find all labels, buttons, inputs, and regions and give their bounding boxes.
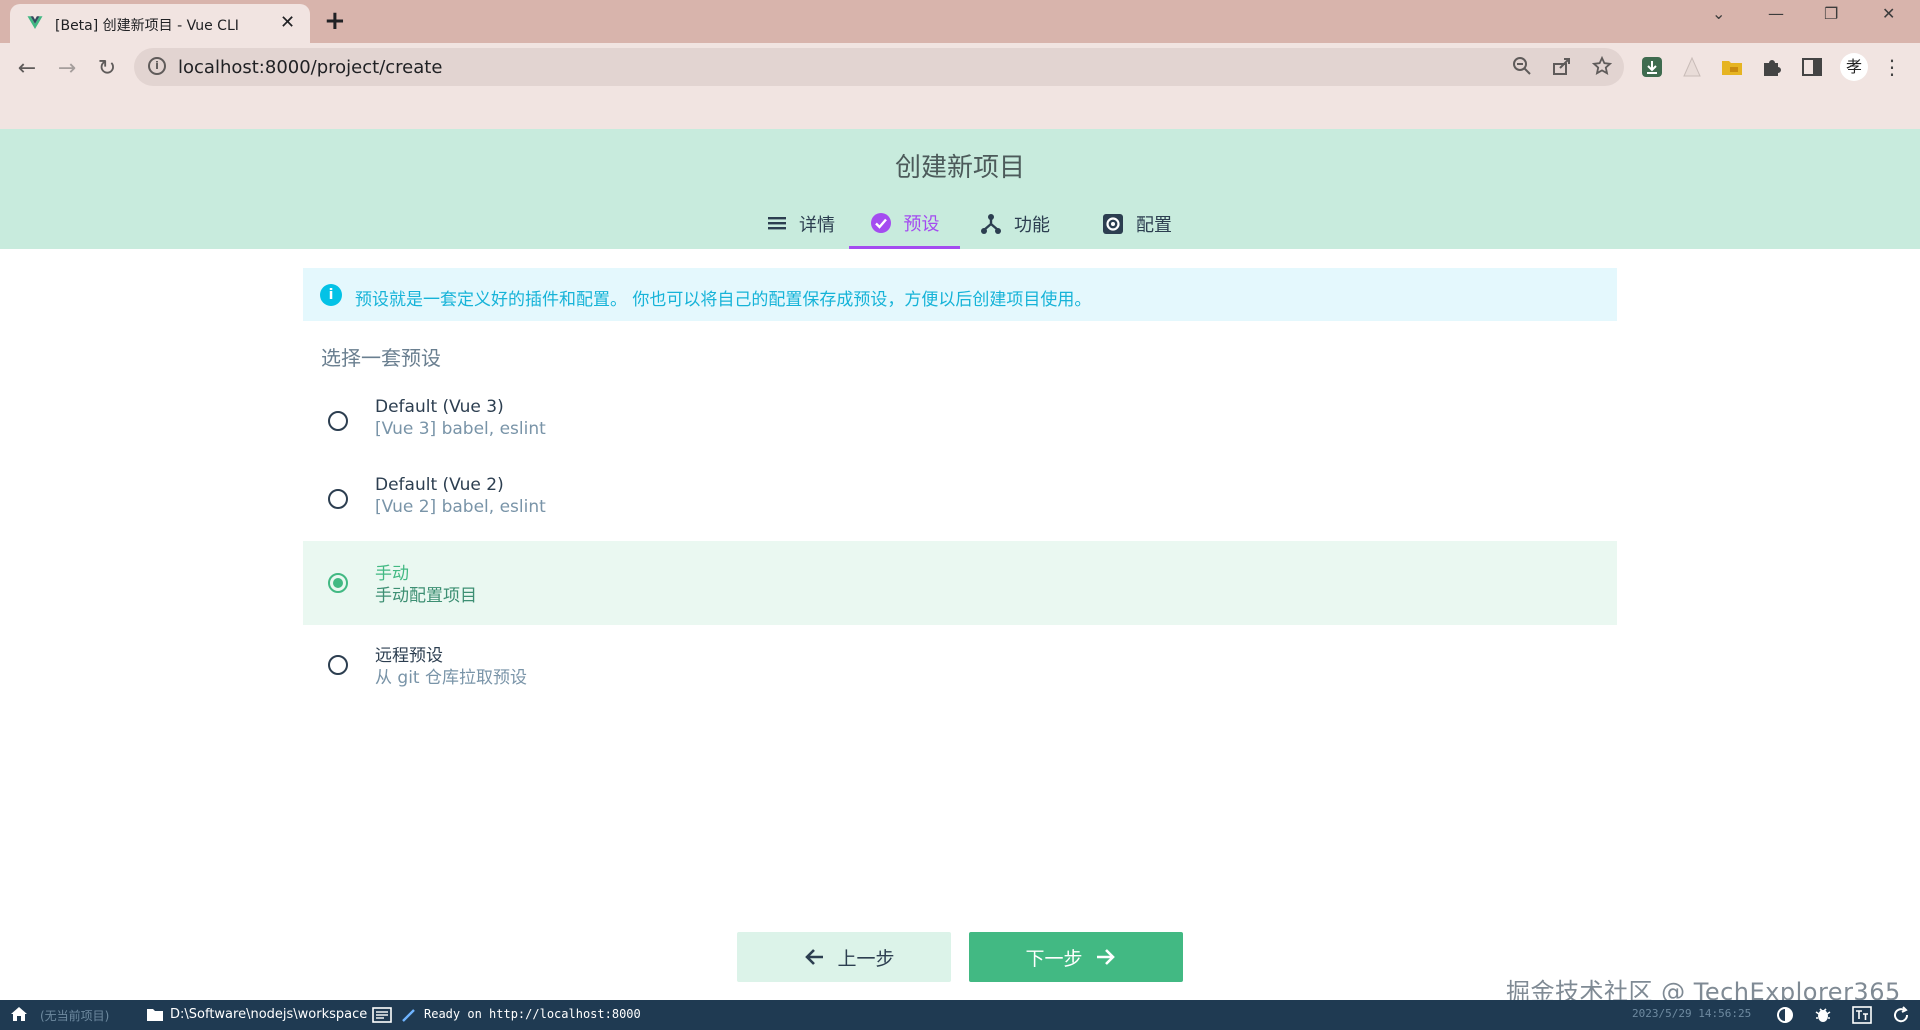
address-bar[interactable]: i localhost:8000/project/create — [134, 48, 1624, 86]
info-banner: i 预设就是一套定义好的插件和配置。 你也可以将自己的配置保存成预设，方便以后创… — [303, 268, 1617, 321]
tab-config-label: 配置 — [1136, 215, 1172, 236]
check-circle-icon — [870, 212, 891, 233]
tab-presets-label: 预设 — [903, 213, 940, 235]
next-step-label: 下一步 — [1025, 947, 1083, 970]
translate-icon[interactable] — [1852, 1006, 1872, 1024]
preset-option-manual[interactable]: 手动 手动配置项目 — [303, 541, 1617, 625]
vue-logo-icon — [27, 16, 43, 29]
radio-button[interactable] — [328, 655, 348, 675]
preset-description: [Vue 2] babel, eslint — [375, 497, 546, 517]
browser-toolbar: ← → ↻ i localhost:8000/project/create 孝 … — [0, 43, 1920, 129]
status-bar: (无当前项目) D:\Software\nodejs\workspace Rea… — [0, 1000, 1920, 1030]
bookmark-star-icon[interactable] — [1592, 56, 1612, 76]
list-icon — [768, 217, 786, 230]
workspace-path[interactable]: D:\Software\nodejs\workspace — [170, 1007, 367, 1022]
console-icon[interactable] — [372, 1007, 392, 1023]
reload-button[interactable]: ↻ — [90, 51, 124, 85]
download-extension-icon[interactable] — [1640, 55, 1664, 79]
preset-option-vue3[interactable]: Default (Vue 3) [Vue 3] babel, eslint — [303, 379, 1617, 463]
arrow-left-icon — [805, 949, 824, 965]
close-window-button[interactable]: ✕ — [1882, 4, 1895, 23]
next-step-button[interactable]: 下一步 — [969, 932, 1183, 982]
tab-presets[interactable]: 预设 — [849, 199, 960, 249]
preset-name: Default (Vue 2) — [375, 475, 504, 495]
minimize-button[interactable]: — — [1768, 4, 1784, 23]
preset-section-label: 选择一套预设 — [321, 346, 441, 370]
log-message: Ready on http://localhost:8000 — [424, 1007, 641, 1021]
side-panel-icon[interactable] — [1800, 55, 1824, 79]
share-icon[interactable] — [1552, 56, 1572, 76]
fork-icon — [981, 214, 1001, 234]
extensions-puzzle-icon[interactable] — [1760, 55, 1784, 79]
info-icon: i — [320, 284, 342, 306]
dark-mode-icon[interactable] — [1776, 1006, 1794, 1024]
settings-icon — [1103, 214, 1123, 234]
browser-menu-icon[interactable]: ⋮ — [1880, 55, 1904, 79]
tab-title: [Beta] 创建新项目 - Vue CLI — [55, 18, 239, 34]
preset-description: [Vue 3] babel, eslint — [375, 419, 546, 439]
tab-search-icon[interactable]: ⌄ — [1712, 4, 1725, 23]
arrow-right-icon — [1096, 949, 1115, 965]
preset-option-remote[interactable]: 远程预设 从 git 仓库拉取预设 — [303, 623, 1617, 707]
tab-features[interactable]: 功能 — [960, 199, 1070, 249]
preset-description: 从 git 仓库拉取预设 — [375, 668, 527, 688]
site-info-icon[interactable]: i — [148, 57, 166, 75]
ready-check-icon — [402, 1009, 415, 1022]
previous-step-button[interactable]: 上一步 — [737, 932, 951, 982]
extension-a-icon[interactable] — [1680, 55, 1704, 79]
back-button[interactable]: ← — [10, 51, 44, 85]
forward-button[interactable]: → — [50, 51, 84, 85]
status-time: 2023/5/29 14:56:25 — [1632, 1007, 1752, 1020]
page-title: 创建新项目 — [894, 153, 1025, 183]
tab-config[interactable]: 配置 — [1082, 199, 1192, 249]
previous-step-label: 上一步 — [837, 947, 895, 970]
profile-avatar[interactable]: 孝 — [1840, 53, 1868, 81]
app-header: 创建新项目 详情 预设 功能 配置 — [0, 129, 1920, 249]
radio-button-checked[interactable] — [328, 573, 348, 593]
current-project-text[interactable]: (无当前项目) — [40, 1007, 109, 1024]
extension-folder-icon[interactable] — [1720, 55, 1744, 79]
zoom-icon[interactable] — [1512, 56, 1532, 76]
browser-tab[interactable]: [Beta] 创建新项目 - Vue CLI ✕ — [10, 4, 310, 43]
radio-button[interactable] — [328, 489, 348, 509]
close-tab-icon[interactable]: ✕ — [280, 12, 295, 33]
preset-option-vue2[interactable]: Default (Vue 2) [Vue 2] babel, eslint — [303, 457, 1617, 541]
home-icon[interactable] — [10, 1006, 28, 1022]
new-tab-button[interactable]: + — [324, 6, 346, 36]
url-text[interactable]: localhost:8000/project/create — [178, 57, 442, 78]
bug-report-icon[interactable] — [1814, 1006, 1832, 1024]
tab-details-label: 详情 — [799, 215, 835, 236]
preset-name: Default (Vue 3) — [375, 397, 504, 417]
tab-features-label: 功能 — [1014, 215, 1050, 236]
step-tabs: 详情 预设 功能 配置 — [0, 199, 1920, 249]
preset-description: 手动配置项目 — [375, 586, 477, 606]
folder-icon — [147, 1009, 163, 1021]
info-text: 预设就是一套定义好的插件和配置。 你也可以将自己的配置保存成预设，方便以后创建项… — [355, 290, 1092, 310]
restore-button[interactable]: ❐ — [1824, 4, 1838, 23]
browser-tab-strip: [Beta] 创建新项目 - Vue CLI ✕ + ⌄ — ❐ ✕ — [0, 0, 1920, 43]
radio-button[interactable] — [328, 411, 348, 431]
tab-details[interactable]: 详情 — [748, 199, 854, 249]
refresh-icon[interactable] — [1892, 1006, 1910, 1024]
